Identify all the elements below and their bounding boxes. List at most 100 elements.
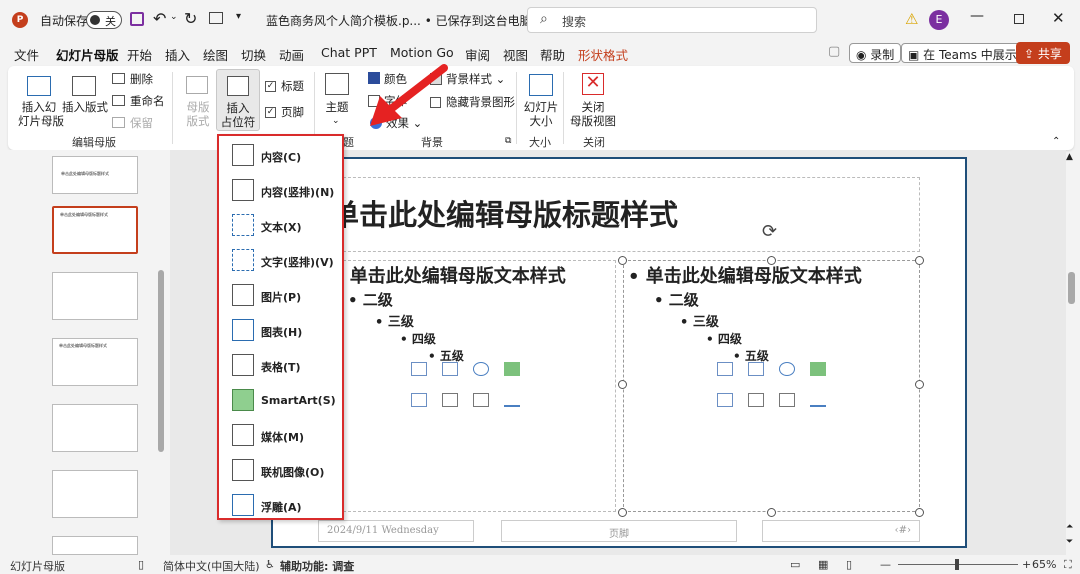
resize-handle[interactable] (618, 508, 627, 517)
close-icon[interactable]: ✕ (1052, 9, 1065, 27)
zoom-out-icon[interactable]: — (880, 558, 891, 571)
insert-smartart-mini-icon[interactable] (411, 362, 427, 376)
save-icon[interactable] (130, 12, 144, 26)
undo-icon[interactable]: ↶ (153, 9, 166, 28)
minimize-icon[interactable]: — (970, 8, 984, 24)
thumbnail-scrollbar[interactable] (158, 270, 164, 452)
document-title[interactable]: 蓝色商务风个人简介模板.p... • 已保存到这台电脑 (266, 12, 532, 29)
theme-button[interactable]: 主题 (322, 100, 352, 114)
menu-item-text-vertical[interactable]: 文字(竖排)(V) (219, 243, 342, 277)
undo-dropdown-icon[interactable]: ⌄ (170, 12, 178, 22)
redo-icon[interactable]: ↻ (184, 9, 197, 28)
customize-qat-icon[interactable]: ▾ (236, 11, 241, 22)
bg-dialog-launcher-icon[interactable]: ⧉ (505, 136, 511, 146)
insert-layout-button[interactable]: 插入版式 (62, 100, 108, 114)
insert-chart-mini-icon[interactable] (810, 393, 826, 407)
tab-slide-master[interactable]: 幻灯片母版 (56, 45, 119, 69)
restore-icon[interactable] (1014, 14, 1024, 24)
insert-chart-mini-icon[interactable] (504, 393, 520, 407)
resize-handle[interactable] (915, 256, 924, 265)
avatar[interactable]: E (929, 10, 949, 30)
slide-size-icon[interactable] (529, 74, 553, 96)
zoom-in-icon[interactable]: + (1022, 558, 1031, 571)
collapse-ribbon-icon[interactable]: ⌃ (1052, 136, 1060, 147)
menu-item-text[interactable]: 文本(X) (219, 208, 342, 242)
insert-smartart-mini-icon[interactable] (717, 362, 733, 376)
menu-item-table[interactable]: 表格(T) (219, 348, 342, 382)
canvas-scrollbar[interactable] (1068, 272, 1075, 304)
thumbnail-slide-5[interactable] (52, 404, 138, 452)
slide-size-button[interactable]: 幻灯片 大小 (522, 100, 560, 128)
resize-handle[interactable] (767, 508, 776, 517)
insert-video-mini-icon[interactable] (748, 393, 764, 407)
tab-animations[interactable]: 动画 (279, 45, 304, 64)
menu-item-picture[interactable]: 图片(P) (219, 278, 342, 312)
fit-to-window-icon[interactable]: ⛶ (1064, 558, 1072, 572)
slideshow-icon[interactable] (209, 12, 223, 24)
insert-online-picture-mini-icon[interactable] (411, 393, 427, 407)
insert-icons-mini-icon[interactable] (779, 362, 795, 376)
close-master-view-icon[interactable]: ✕ (582, 73, 604, 95)
delete-button[interactable]: 删除 (130, 72, 153, 86)
share-button[interactable]: ⇪ 共享 (1016, 42, 1070, 64)
tab-motiongo[interactable]: Motion Go (390, 45, 454, 60)
resize-handle[interactable] (767, 256, 776, 265)
tab-draw[interactable]: 绘图 (203, 45, 228, 64)
record-button[interactable]: ◉ 录制 (849, 43, 902, 63)
theme-icon[interactable] (325, 73, 349, 95)
resize-handle[interactable] (915, 380, 924, 389)
insert-smartart-green-mini-icon[interactable] (810, 362, 826, 376)
tab-help[interactable]: 帮助 (540, 45, 565, 64)
date-placeholder[interactable]: 2024/9/11 Wednesday (318, 520, 474, 542)
accessibility-status[interactable]: 辅助功能: 调查 (280, 558, 354, 574)
master-layout-icon[interactable] (186, 76, 208, 94)
menu-item-cameo[interactable]: 浮雕(A) (219, 488, 342, 522)
zoom-level[interactable]: 65% (1032, 558, 1056, 571)
footer-placeholder[interactable]: 页脚 (501, 520, 737, 542)
delete-icon[interactable] (112, 73, 125, 84)
rename-icon[interactable] (112, 95, 125, 106)
slide-number-placeholder[interactable]: ‹#› (762, 520, 920, 542)
comments-icon[interactable]: ▢ (828, 44, 840, 59)
footer-checkbox[interactable]: ✓ (265, 107, 276, 118)
thumbnail-slide-6[interactable] (52, 470, 138, 518)
next-slide-icon[interactable]: ⏷ (1066, 537, 1073, 547)
menu-item-online-image[interactable]: 联机图像(O) (219, 453, 342, 487)
insert-icons-mini-icon[interactable] (473, 362, 489, 376)
spelling-icon[interactable]: ▯ (138, 558, 144, 571)
menu-item-content[interactable]: 内容(C) (219, 138, 342, 172)
menu-item-content-vertical[interactable]: 内容(竖排)(N) (219, 173, 342, 207)
thumbnail-slide-3[interactable] (52, 272, 138, 320)
previous-slide-icon[interactable]: ⏶ (1066, 522, 1073, 532)
resize-handle[interactable] (618, 380, 627, 389)
insert-table-mini-icon[interactable] (473, 393, 489, 407)
preserve-button[interactable]: 保留 (130, 116, 153, 130)
rename-button[interactable]: 重命名 (130, 94, 165, 108)
tab-file[interactable]: 文件 (14, 45, 39, 64)
autosave-toggle[interactable]: 关 (86, 11, 122, 29)
tab-view[interactable]: 视图 (503, 45, 528, 64)
tab-shape-format[interactable]: 形状格式 (578, 45, 628, 64)
search-box[interactable]: ⌕ 搜索 (527, 7, 817, 33)
tab-chatppt[interactable]: Chat PPT (321, 45, 377, 60)
thumbnail-slide-4[interactable]: 单击此处编辑母版标题样式 (52, 338, 138, 386)
insert-placeholder-button[interactable]: 插入 占位符 (218, 101, 258, 129)
resize-handle[interactable] (618, 256, 627, 265)
insert-online-picture-mini-icon[interactable] (717, 393, 733, 407)
teams-present-button[interactable]: ▣ 在 Teams 中展示 (901, 43, 1024, 63)
insert-picture-mini-icon[interactable] (442, 362, 458, 376)
title-chevron-icon[interactable]: ⌄ (496, 12, 504, 23)
thumbnail-slide-1[interactable]: 单击此处编辑母版标题样式 (52, 156, 138, 194)
preserve-icon[interactable] (112, 117, 125, 128)
thumbnail-slide-2[interactable]: 单击此处编辑母版标题样式 (52, 206, 138, 254)
close-master-view-button[interactable]: 关闭 母版视图 (570, 100, 616, 128)
master-layout-button[interactable]: 母版 版式 (184, 100, 212, 128)
tab-review[interactable]: 审阅 (465, 45, 490, 64)
insert-placeholder-icon[interactable] (227, 76, 249, 96)
zoom-slider-thumb[interactable] (955, 559, 959, 570)
accessibility-icon[interactable]: ♿ (265, 558, 275, 571)
insert-smartart-green-mini-icon[interactable] (504, 362, 520, 376)
insert-slide-master-icon[interactable] (27, 76, 51, 96)
slide-sorter-icon[interactable]: ▦ (818, 558, 828, 571)
bg-styles-button[interactable]: 背景样式 ⌄ (446, 72, 505, 86)
